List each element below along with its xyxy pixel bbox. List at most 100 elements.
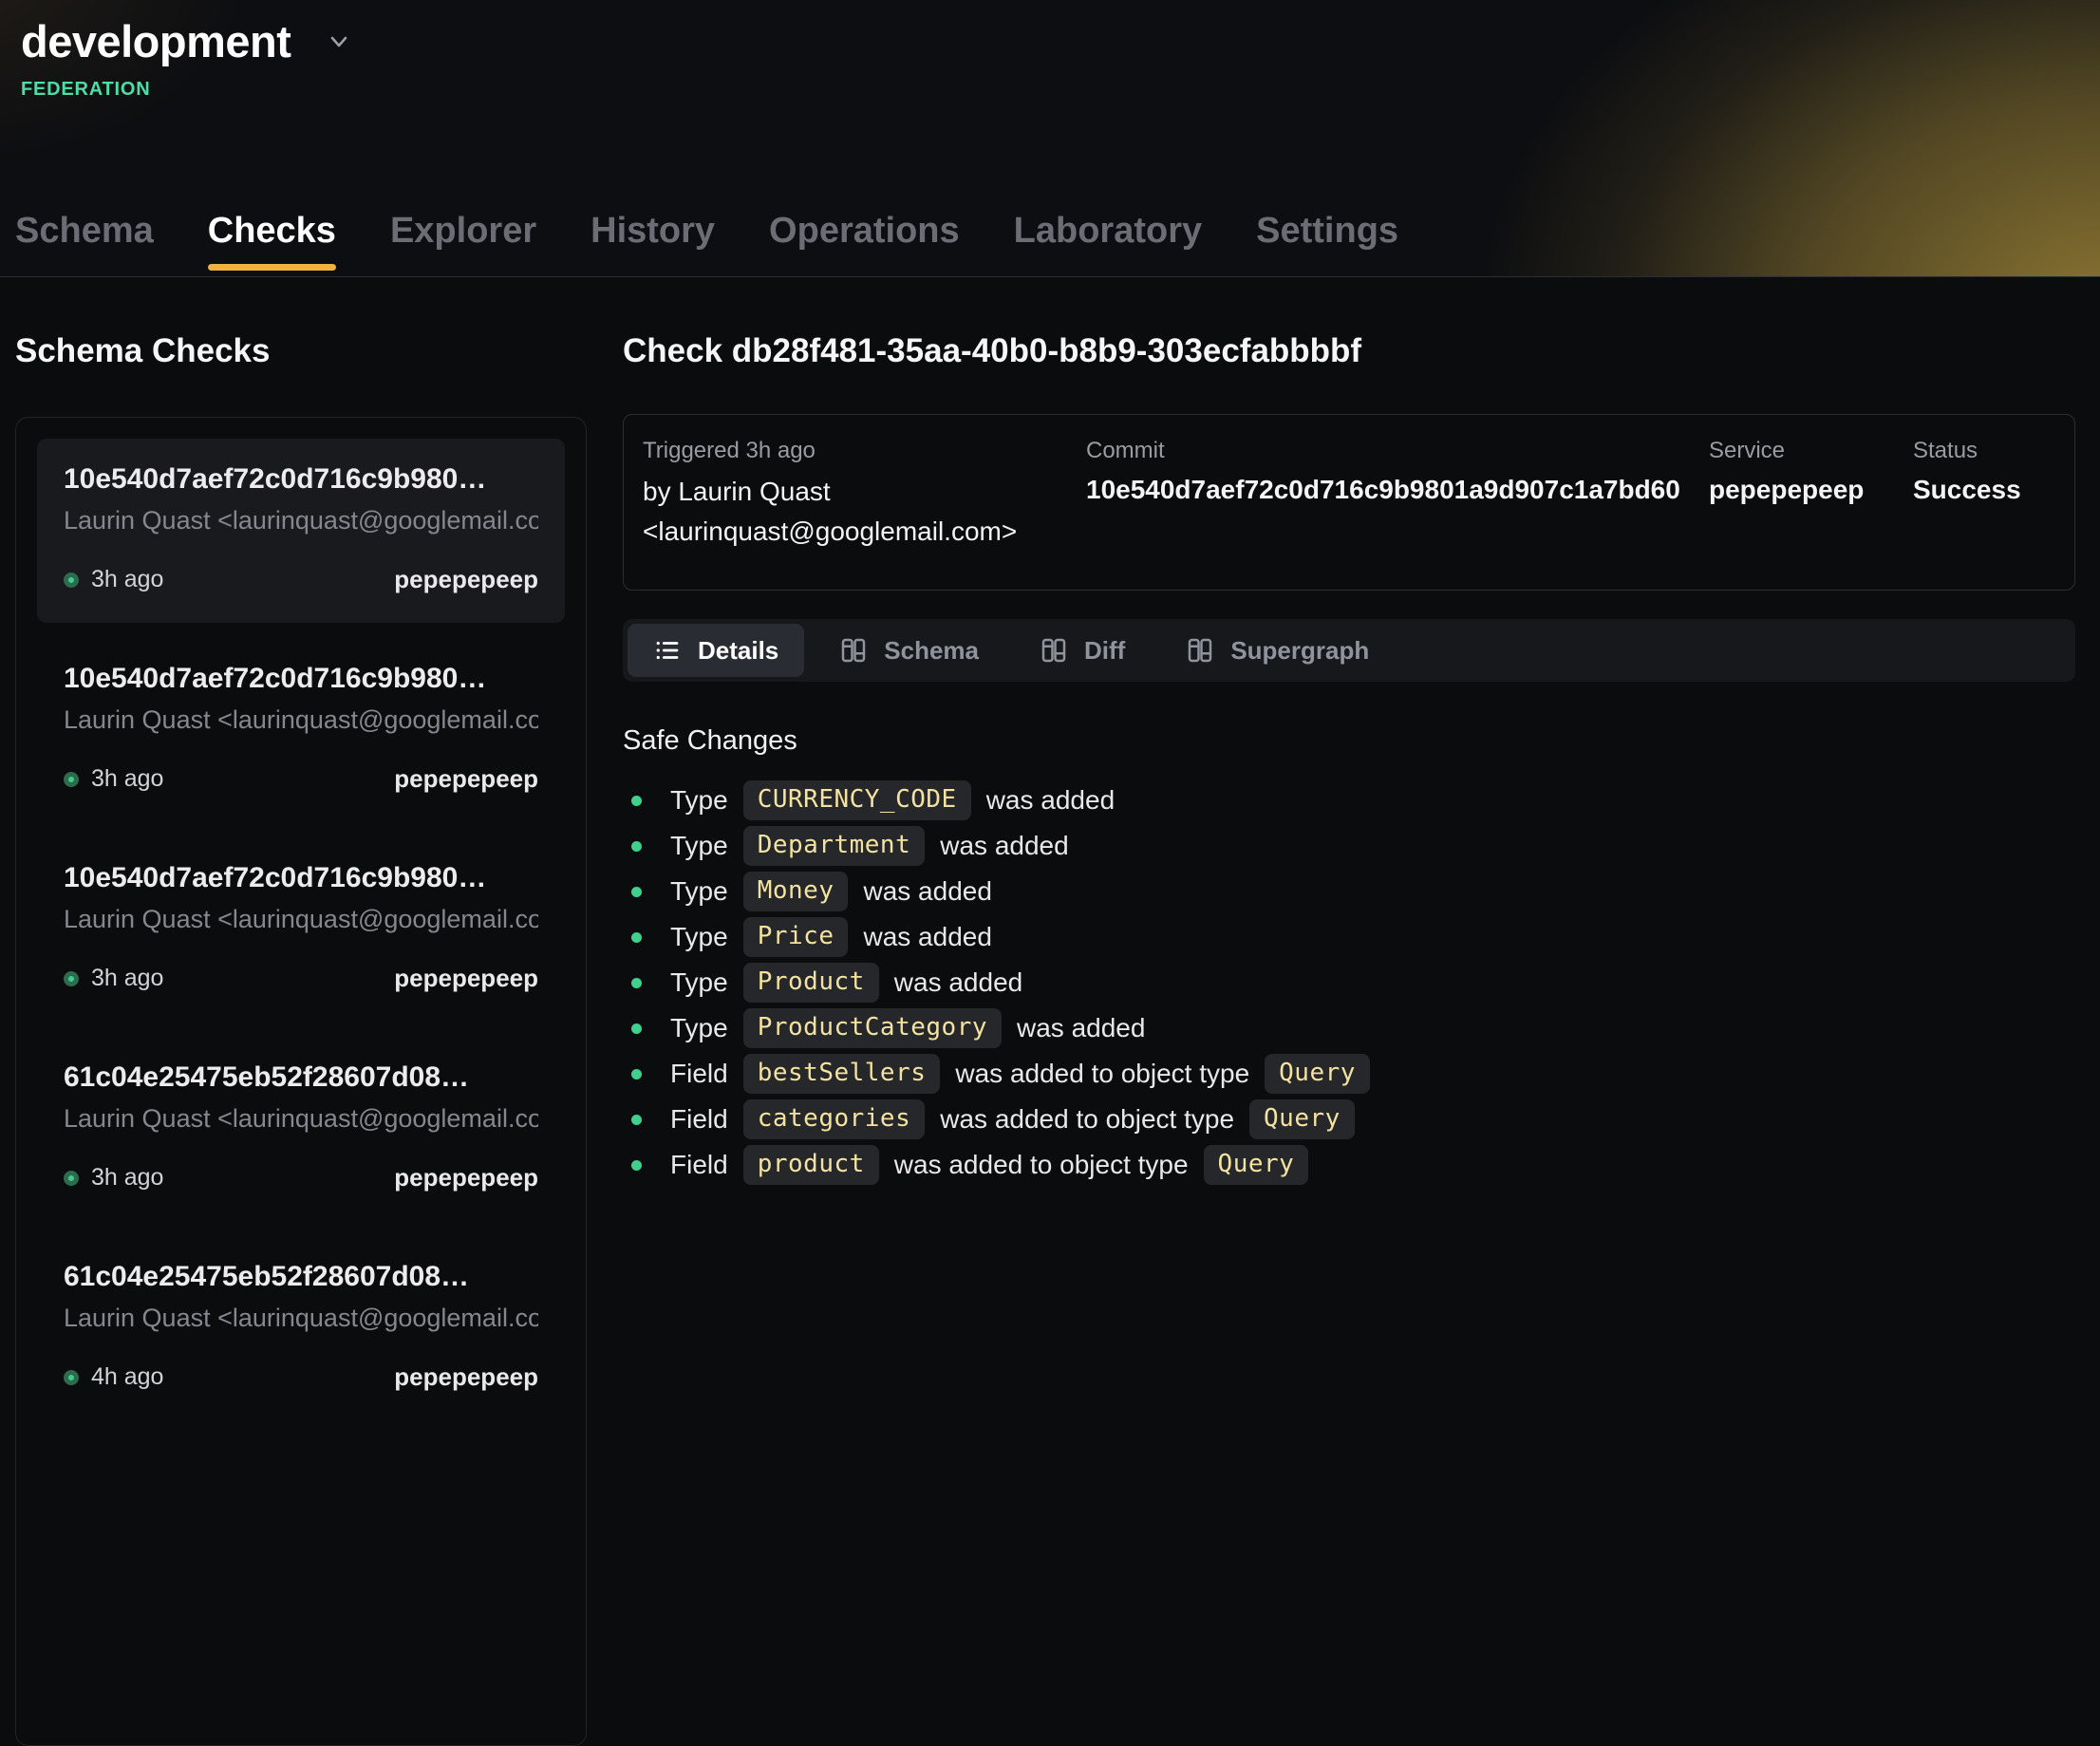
change-row: Field bestSellers was added to object ty… xyxy=(623,1054,2075,1094)
bullet-dot xyxy=(631,1023,642,1034)
nav-tab[interactable]: Schema xyxy=(15,211,154,276)
bullet-dot xyxy=(631,1160,642,1171)
change-row: Type Price was added xyxy=(623,917,2075,957)
check-list-item[interactable]: 10e540d7aef72c0d716c9b980… Laurin Quast … xyxy=(37,837,565,1022)
nav-tab[interactable]: History xyxy=(591,211,715,276)
change-prefix: Field xyxy=(670,1104,728,1135)
change-code-chip: Department xyxy=(743,826,926,866)
panel-tab-label: Details xyxy=(698,636,778,666)
change-code2-chip: Query xyxy=(1249,1099,1355,1139)
page-content: Schema Checks 10e540d7aef72c0d716c9b980…… xyxy=(0,277,2100,1746)
commit-cell: Commit 10e540d7aef72c0d716c9b9801a9d907c… xyxy=(1086,438,1699,552)
schema-checks-title: Schema Checks xyxy=(15,332,587,370)
panel-tab[interactable]: Schema xyxy=(814,624,1004,677)
panel-tab[interactable]: Supergraph xyxy=(1160,624,1395,677)
check-author: Laurin Quast <laurinquast@googlemail.co… xyxy=(64,1104,538,1134)
panel-tab[interactable]: Diff xyxy=(1014,624,1151,677)
change-suffix: was added to object type xyxy=(955,1059,1249,1089)
check-service: pepepepeep xyxy=(394,1362,538,1392)
check-id: 10e540d7aef72c0d716c9b980… xyxy=(64,463,538,496)
status-value: Success xyxy=(1913,472,2055,508)
change-row: Type Department was added xyxy=(623,826,2075,866)
panel-tab-label: Supergraph xyxy=(1230,636,1369,666)
nav-tab[interactable]: Settings xyxy=(1256,211,1398,276)
change-prefix: Field xyxy=(670,1059,728,1089)
check-author: Laurin Quast <laurinquast@googlemail.co… xyxy=(64,1304,538,1333)
status-dot xyxy=(64,1370,79,1385)
check-time: 3h ago xyxy=(91,765,163,793)
change-prefix: Type xyxy=(670,785,728,816)
change-prefix: Field xyxy=(670,1150,728,1180)
bullet-dot xyxy=(631,1069,642,1080)
status-label: Status xyxy=(1913,438,2055,464)
nav-tab[interactable]: Operations xyxy=(769,211,960,276)
check-id: 10e540d7aef72c0d716c9b980… xyxy=(64,862,538,894)
change-code2-chip: Query xyxy=(1265,1054,1370,1094)
check-list-item[interactable]: 61c04e25475eb52f28607d08… Laurin Quast <… xyxy=(37,1236,565,1420)
check-list-item[interactable]: 10e540d7aef72c0d716c9b980… Laurin Quast … xyxy=(37,638,565,822)
schema-checks-list: 10e540d7aef72c0d716c9b980… Laurin Quast … xyxy=(15,417,587,1746)
page-header: development FEDERATION Schema Checks Exp… xyxy=(0,0,2100,277)
check-id: 10e540d7aef72c0d716c9b980… xyxy=(64,663,538,695)
bullet-dot xyxy=(631,978,642,988)
service-value: pepepepeep xyxy=(1709,472,1903,508)
change-suffix: was added to object type xyxy=(894,1150,1189,1180)
check-meta-row: 4h ago pepepepeep xyxy=(64,1362,538,1392)
check-meta-row: 3h ago pepepepeep xyxy=(64,764,538,794)
change-code-chip: CURRENCY_CODE xyxy=(743,780,971,820)
columns-icon xyxy=(839,636,868,665)
bullet-dot xyxy=(631,887,642,897)
check-author: Laurin Quast <laurinquast@googlemail.co… xyxy=(64,506,538,535)
triggered-cell: Triggered 3h ago by Laurin Quast <laurin… xyxy=(643,438,1077,552)
change-code-chip: Product xyxy=(743,963,879,1003)
bullet-dot xyxy=(631,932,642,943)
change-row: Type Money was added xyxy=(623,872,2075,911)
nav-tab[interactable]: Checks xyxy=(208,211,336,276)
change-suffix: was added xyxy=(940,831,1068,861)
change-prefix: Type xyxy=(670,876,728,907)
list-icon xyxy=(653,636,682,665)
detail-tabstrip: Details Schema xyxy=(623,619,2075,682)
project-title-row: development xyxy=(0,0,2100,67)
change-code-chip: Money xyxy=(743,872,849,911)
change-suffix: was added xyxy=(1017,1013,1145,1043)
change-row: Field categories was added to object typ… xyxy=(623,1099,2075,1139)
check-id: 61c04e25475eb52f28607d08… xyxy=(64,1261,538,1293)
change-suffix: was added xyxy=(986,785,1115,816)
panel-tab-label: Schema xyxy=(884,636,979,666)
nav-tab[interactable]: Laboratory xyxy=(1014,211,1202,276)
status-dot xyxy=(64,573,79,588)
change-row: Type Product was added xyxy=(623,963,2075,1003)
check-time: 4h ago xyxy=(91,1363,163,1391)
check-list-item[interactable]: 10e540d7aef72c0d716c9b980… Laurin Quast … xyxy=(37,439,565,623)
change-suffix: was added xyxy=(863,876,991,907)
check-list-item[interactable]: 61c04e25475eb52f28607d08… Laurin Quast <… xyxy=(37,1037,565,1221)
change-code-chip: categories xyxy=(743,1099,926,1139)
service-label: Service xyxy=(1709,438,1903,464)
safe-changes-title: Safe Changes xyxy=(623,725,2075,757)
triggered-label: Triggered 3h ago xyxy=(643,438,1077,464)
change-prefix: Type xyxy=(670,967,728,998)
change-row: Type CURRENCY_CODE was added xyxy=(623,780,2075,820)
triggered-by-name: by Laurin Quast xyxy=(643,472,1077,512)
status-dot xyxy=(64,971,79,986)
check-service: pepepepeep xyxy=(394,764,538,794)
check-time: 3h ago xyxy=(91,566,163,593)
project-type-badge: FEDERATION xyxy=(21,79,2100,101)
nav-tab[interactable]: Explorer xyxy=(390,211,536,276)
check-meta-row: 3h ago pepepepeep xyxy=(64,1163,538,1192)
check-detail-title: Check db28f481-35aa-40b0-b8b9-303ecfabbb… xyxy=(623,332,2075,370)
check-meta-row: 3h ago pepepepeep xyxy=(64,964,538,993)
commit-label: Commit xyxy=(1086,438,1699,464)
check-author: Laurin Quast <laurinquast@googlemail.co… xyxy=(64,905,538,934)
change-prefix: Type xyxy=(670,831,728,861)
chevron-down-icon[interactable] xyxy=(325,28,353,56)
status-cell: Status Success xyxy=(1913,438,2055,552)
panel-tab[interactable]: Details xyxy=(628,624,804,677)
change-code-chip: product xyxy=(743,1145,879,1185)
check-time: 3h ago xyxy=(91,965,163,992)
check-author: Laurin Quast <laurinquast@googlemail.co… xyxy=(64,705,538,735)
main-nav: Schema Checks Explorer History Operation… xyxy=(15,211,1453,276)
status-dot xyxy=(64,1171,79,1186)
schema-checks-sidebar: Schema Checks 10e540d7aef72c0d716c9b980…… xyxy=(15,277,587,1746)
